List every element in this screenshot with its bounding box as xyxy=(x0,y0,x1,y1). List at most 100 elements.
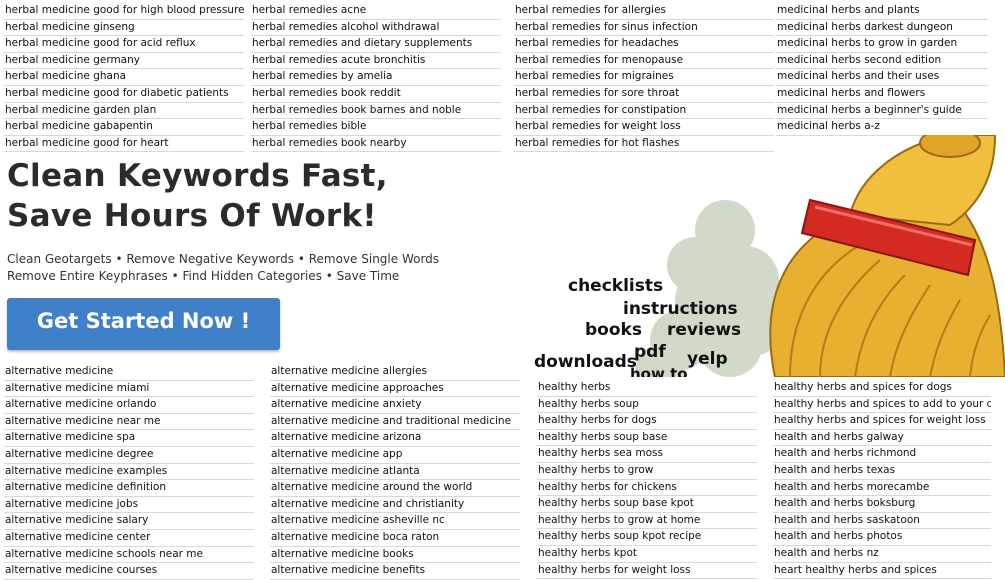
keyword-item[interactable]: healthy herbs and spices to add to your … xyxy=(773,397,991,414)
bottom-keyword-column-1: alternative medicine alternative medicin… xyxy=(4,364,254,580)
keyword-item[interactable]: herbal remedies for migraines xyxy=(514,69,774,86)
keyword-item[interactable]: healthy herbs to grow xyxy=(537,463,757,480)
keyword-item[interactable]: alternative medicine boca raton xyxy=(270,530,520,547)
keyword-item[interactable]: health and herbs nz xyxy=(773,546,991,563)
features-line-2: Remove Entire Keyphrases • Find Hidden C… xyxy=(7,268,400,283)
keyword-item[interactable]: herbal remedies for headaches xyxy=(514,36,774,53)
cloud-word-downloads: downloads xyxy=(534,352,637,372)
keyword-item[interactable]: alternative medicine schools near me xyxy=(4,547,254,564)
keyword-item[interactable]: alternative medicine examples xyxy=(4,464,254,481)
keyword-item[interactable]: herbal remedies book barnes and noble xyxy=(251,103,501,120)
keyword-item[interactable]: alternative medicine and traditional med… xyxy=(270,414,520,431)
top-keyword-column-2: herbal remedies acne herbal remedies alc… xyxy=(251,3,501,153)
keyword-item[interactable]: healthy herbs sea moss xyxy=(537,446,757,463)
keyword-item[interactable]: healthy herbs for chickens xyxy=(537,480,757,497)
keyword-item[interactable]: alternative medicine near me xyxy=(4,414,254,431)
keyword-item[interactable]: herbal medicine gabapentin xyxy=(4,119,244,136)
cloud-word-reviews: reviews xyxy=(667,320,742,340)
keyword-item[interactable]: alternative medicine anxiety xyxy=(270,397,520,414)
keyword-item[interactable]: healthy herbs kpot xyxy=(537,546,757,563)
keyword-item[interactable]: herbal remedies for weight loss xyxy=(514,119,774,136)
keyword-item[interactable]: healthy herbs soup base xyxy=(537,430,757,447)
keyword-item[interactable]: health and herbs texas xyxy=(773,463,991,480)
keyword-item[interactable]: herbal remedies book reddit xyxy=(251,86,501,103)
keyword-item[interactable]: herbal medicine garden plan xyxy=(4,103,244,120)
keyword-item[interactable]: herbal medicine good for diabetic patien… xyxy=(4,86,244,103)
keyword-item[interactable]: alternative medicine spa xyxy=(4,430,254,447)
keyword-item[interactable]: medicinal herbs a beginner's guide xyxy=(776,103,988,120)
broom-icon xyxy=(769,135,1005,377)
keyword-item[interactable]: herbal medicine good for heart xyxy=(4,136,244,153)
keyword-item[interactable]: medicinal herbs second edition xyxy=(776,53,988,70)
keyword-item[interactable]: herbal remedies and dietary supplements xyxy=(251,36,501,53)
keyword-item[interactable]: alternative medicine courses xyxy=(4,563,254,580)
keyword-item[interactable]: herbal remedies acute bronchitis xyxy=(251,53,501,70)
keyword-item[interactable]: herbal remedies for sore throat xyxy=(514,86,774,103)
get-started-button[interactable]: Get Started Now ! xyxy=(7,298,280,350)
keyword-item[interactable]: health and herbs boksburg xyxy=(773,496,991,513)
keyword-item[interactable]: medicinal herbs a-z xyxy=(776,119,988,136)
keyword-item[interactable]: medicinal herbs darkest dungeon xyxy=(776,20,988,37)
keyword-item[interactable]: herbal remedies book nearby xyxy=(251,136,501,153)
keyword-item[interactable]: health and herbs saskatoon xyxy=(773,513,991,530)
feature-list: Clean Geotargets • Remove Negative Keywo… xyxy=(7,251,439,284)
keyword-item[interactable]: healthy herbs soup kpot recipe xyxy=(537,529,757,546)
keyword-item[interactable]: health and herbs galway xyxy=(773,430,991,447)
keyword-item[interactable]: herbal medicine ginseng xyxy=(4,20,244,37)
keyword-item[interactable]: herbal remedies for menopause xyxy=(514,53,774,70)
top-keyword-column-4: medicinal herbs and plants medicinal her… xyxy=(776,3,988,136)
keyword-item[interactable]: heart healthy herbs and spices xyxy=(773,563,991,580)
keyword-item[interactable]: health and herbs richmond xyxy=(773,446,991,463)
keyword-item[interactable]: alternative medicine books xyxy=(270,547,520,564)
keyword-item[interactable]: healthy herbs xyxy=(537,380,757,397)
keyword-item[interactable]: healthy herbs and spices for weight loss xyxy=(773,413,991,430)
keyword-item[interactable]: healthy herbs for weight loss xyxy=(537,563,757,580)
keyword-item[interactable]: medicinal herbs to grow in garden xyxy=(776,36,988,53)
bottom-keyword-column-3: healthy herbs healthy herbs soup healthy… xyxy=(537,380,757,580)
keyword-item[interactable]: healthy herbs for dogs xyxy=(537,413,757,430)
keyword-item[interactable]: herbal medicine good for high blood pres… xyxy=(4,3,244,20)
keyword-item[interactable]: alternative medicine salary xyxy=(4,513,254,530)
keyword-item[interactable]: alternative medicine orlando xyxy=(4,397,254,414)
keyword-item[interactable]: alternative medicine atlanta xyxy=(270,464,520,481)
keyword-item[interactable]: alternative medicine app xyxy=(270,447,520,464)
keyword-item[interactable]: alternative medicine allergies xyxy=(270,364,520,381)
keyword-item[interactable]: alternative medicine approaches xyxy=(270,381,520,398)
keyword-item[interactable]: herbal medicine good for acid reflux xyxy=(4,36,244,53)
keyword-item[interactable]: medicinal herbs and their uses xyxy=(776,69,988,86)
keyword-item[interactable]: herbal remedies for sinus infection xyxy=(514,20,774,37)
keyword-item[interactable]: healthy herbs soup base kpot xyxy=(537,496,757,513)
keyword-item[interactable]: healthy herbs and spices for dogs xyxy=(773,380,991,397)
keyword-item[interactable]: herbal remedies alcohol withdrawal xyxy=(251,20,501,37)
cloud-word-books: books xyxy=(585,320,642,340)
keyword-item[interactable]: herbal medicine germany xyxy=(4,53,244,70)
keyword-item[interactable]: medicinal herbs and plants xyxy=(776,3,988,20)
keyword-item[interactable]: alternative medicine and christianity xyxy=(270,497,520,514)
keyword-item[interactable]: alternative medicine jobs xyxy=(4,497,254,514)
cloud-word-yelp: yelp xyxy=(687,349,728,369)
keyword-item[interactable]: health and herbs photos xyxy=(773,529,991,546)
keyword-item[interactable]: herbal medicine ghana xyxy=(4,69,244,86)
keyword-item[interactable]: alternative medicine miami xyxy=(4,381,254,398)
keyword-item[interactable]: alternative medicine center xyxy=(4,530,254,547)
keyword-item[interactable]: herbal remedies acne xyxy=(251,3,501,20)
cloud-word-pdf: pdf xyxy=(634,342,666,362)
keyword-item[interactable]: alternative medicine benefits xyxy=(270,563,520,580)
keyword-item[interactable]: herbal remedies bible xyxy=(251,119,501,136)
keyword-item[interactable]: alternative medicine asheville nc xyxy=(270,513,520,530)
bottom-keyword-column-2: alternative medicine allergies alternati… xyxy=(270,364,520,580)
keyword-item[interactable]: healthy herbs to grow at home xyxy=(537,513,757,530)
features-line-1: Clean Geotargets • Remove Negative Keywo… xyxy=(7,252,440,266)
keyword-item[interactable]: alternative medicine xyxy=(4,364,254,381)
keyword-item[interactable]: alternative medicine degree xyxy=(4,447,254,464)
keyword-item[interactable]: health and herbs morecambe xyxy=(773,480,991,497)
keyword-item[interactable]: alternative medicine definition xyxy=(4,480,254,497)
keyword-item[interactable]: herbal remedies by amelia xyxy=(251,69,501,86)
headline-line-2: Save Hours Of Work! xyxy=(7,198,377,234)
keyword-item[interactable]: alternative medicine arizona xyxy=(270,430,520,447)
keyword-item[interactable]: herbal remedies for constipation xyxy=(514,103,774,120)
keyword-item[interactable]: alternative medicine around the world xyxy=(270,480,520,497)
keyword-item[interactable]: herbal remedies for allergies xyxy=(514,3,774,20)
keyword-item[interactable]: medicinal herbs and flowers xyxy=(776,86,988,103)
keyword-item[interactable]: healthy herbs soup xyxy=(537,397,757,414)
